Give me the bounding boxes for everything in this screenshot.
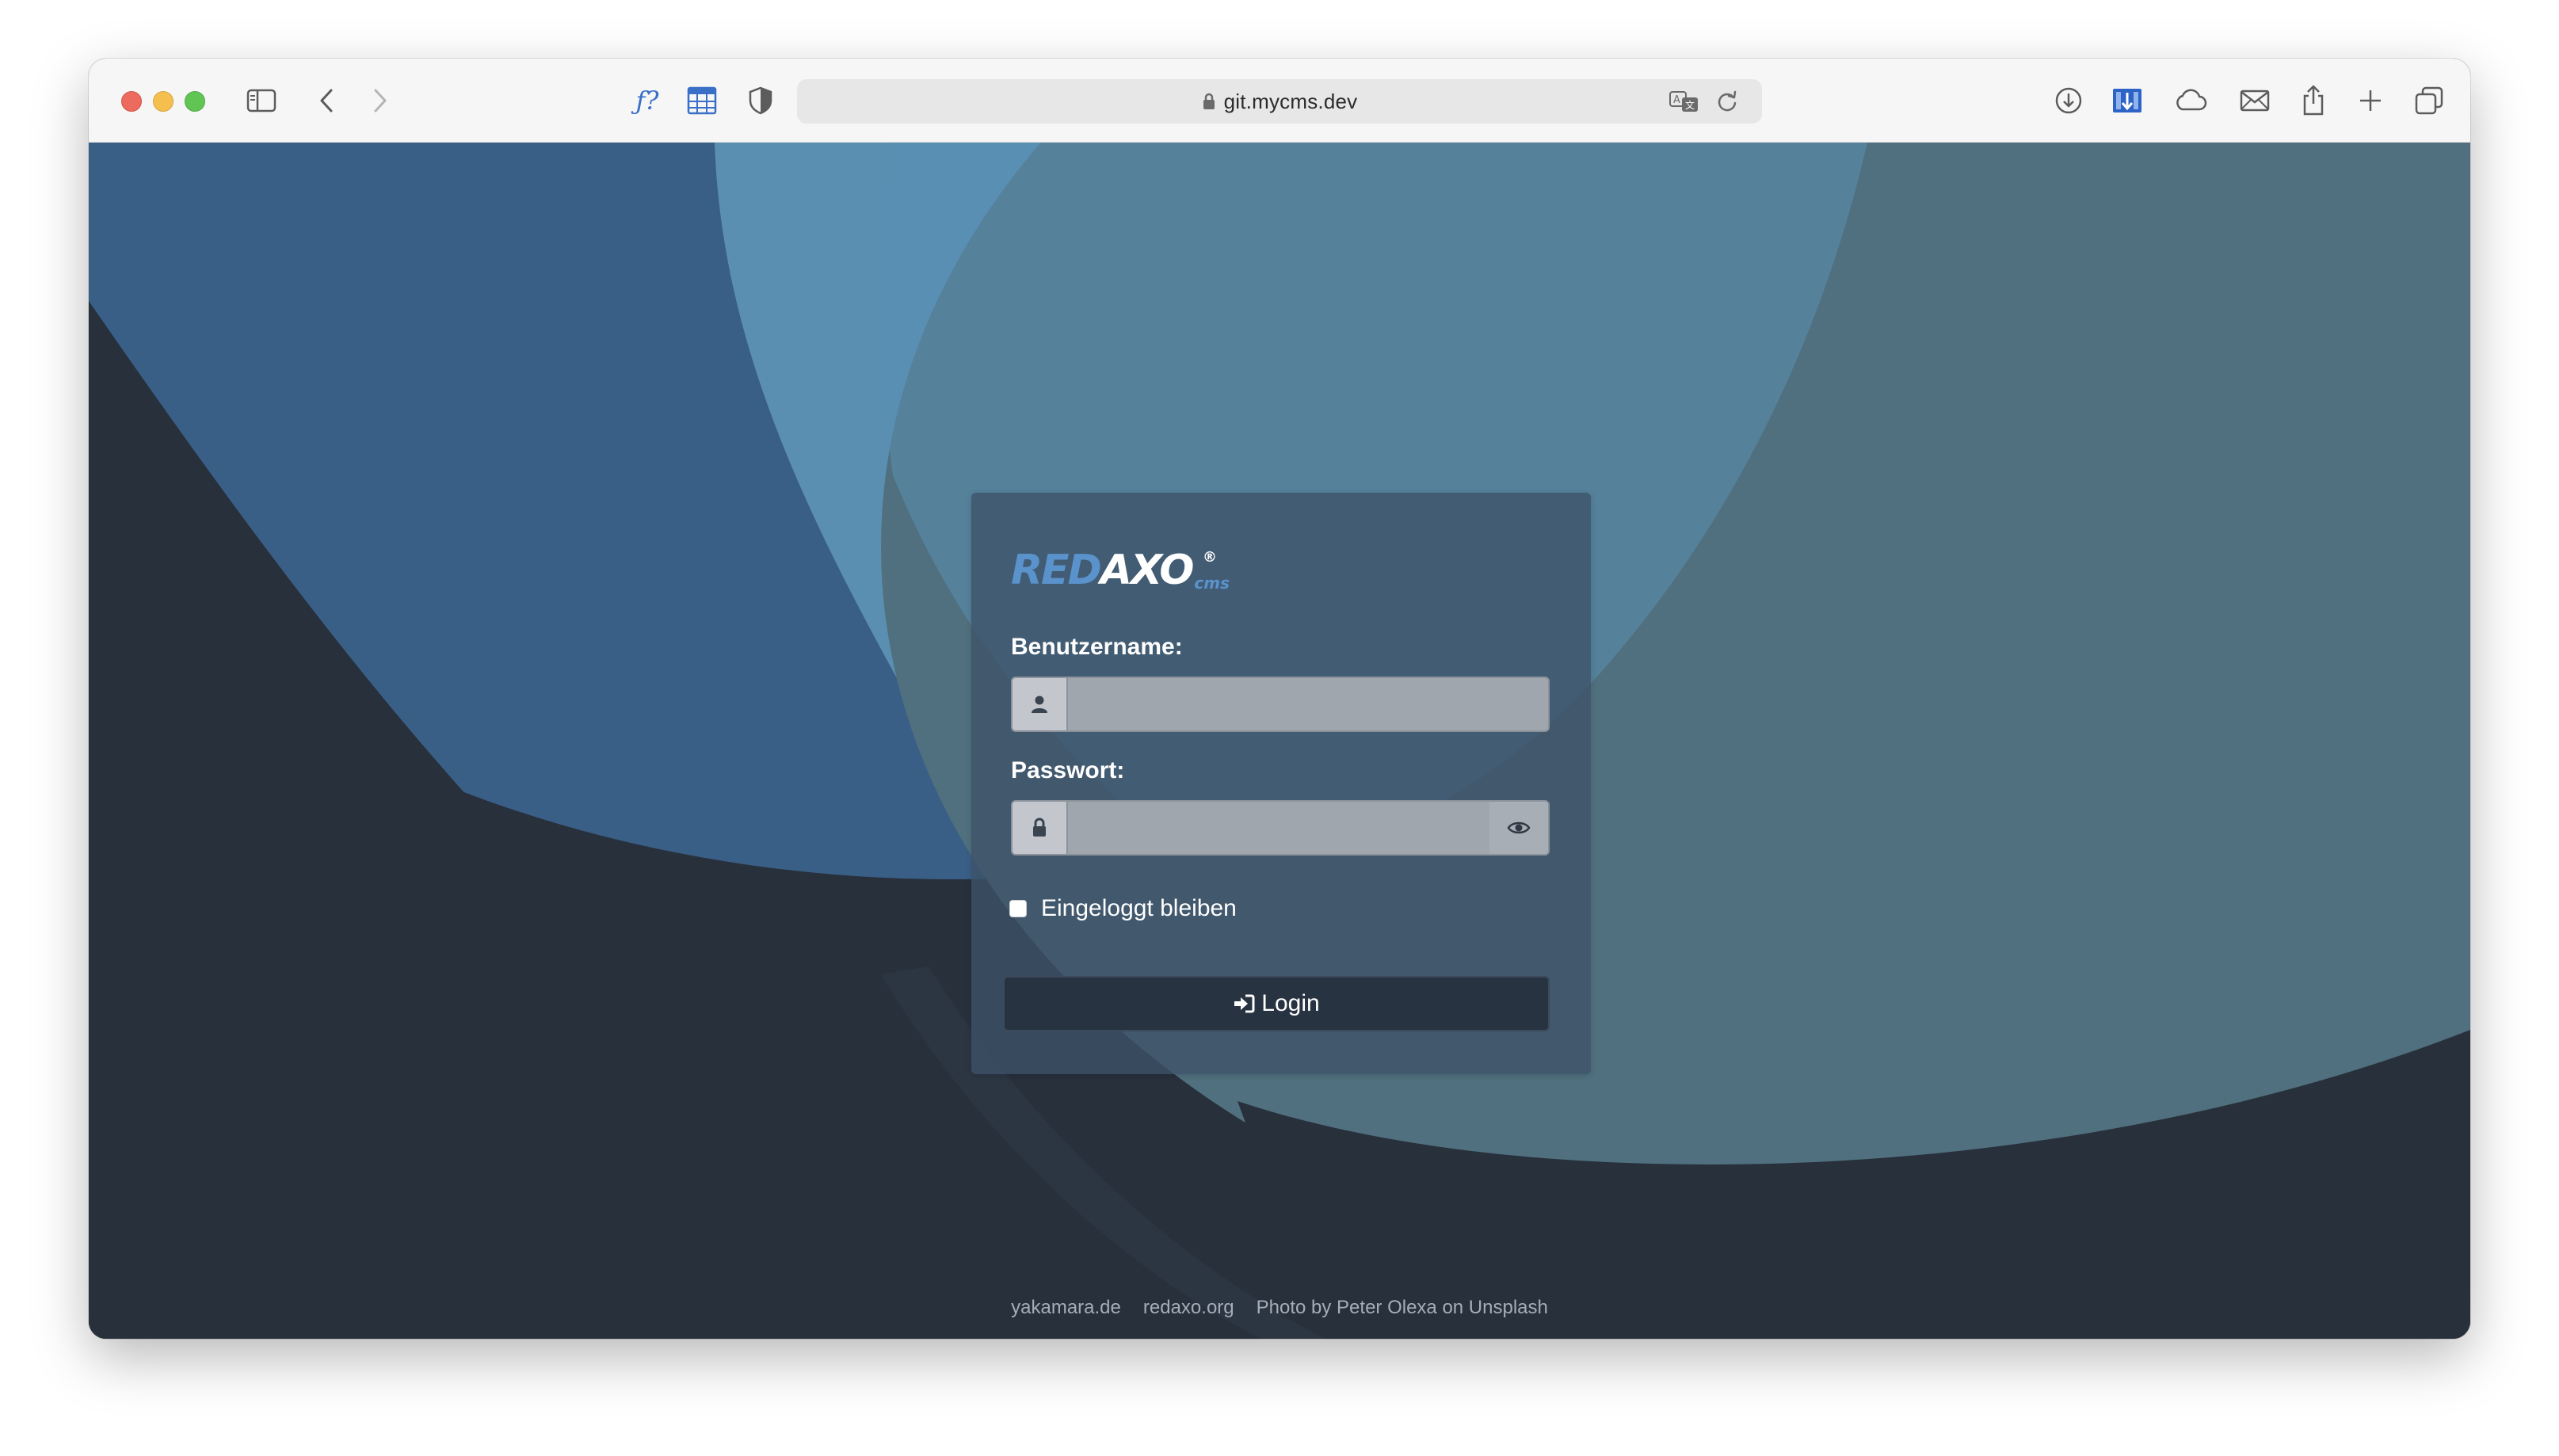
function-icon[interactable]: ƒ? <box>627 82 667 119</box>
minimize-window-button[interactable] <box>153 91 174 112</box>
browser-toolbar: ƒ? git.mycms.dev A文 <box>89 59 2470 143</box>
close-window-button[interactable] <box>121 91 142 112</box>
username-label: Benutzername: <box>1011 634 1183 660</box>
forward-icon[interactable] <box>366 82 395 119</box>
username-input-group <box>1011 677 1550 732</box>
svg-text:文: 文 <box>1685 99 1695 111</box>
remember-me-label: Eingeloggt bleiben <box>1041 895 1237 921</box>
remember-me[interactable]: Eingeloggt bleiben <box>1009 895 1237 922</box>
redaxo-logo: RED AXO cms ® <box>1011 547 1230 594</box>
extension-icon[interactable] <box>2111 82 2144 119</box>
zoom-window-button[interactable] <box>185 91 205 112</box>
password-label: Passwort: <box>1011 757 1125 783</box>
share-icon[interactable] <box>2299 82 2328 119</box>
password-input[interactable] <box>1068 802 1489 854</box>
back-icon[interactable] <box>312 82 341 119</box>
table-icon[interactable] <box>685 82 719 119</box>
download-icon[interactable] <box>2052 82 2085 119</box>
sidebar-icon[interactable] <box>244 82 279 119</box>
show-password-eye-icon[interactable] <box>1489 802 1548 854</box>
login-page: RED AXO cms ® Benutzername: Passwort: Ei… <box>89 143 2470 1339</box>
footer: yakamara.de redaxo.org Photo by Peter Ol… <box>89 1297 2470 1319</box>
user-icon <box>1013 678 1068 730</box>
login-panel: RED AXO cms ® Benutzername: Passwort: Ei… <box>971 493 1591 1074</box>
sign-in-icon <box>1233 993 1255 1014</box>
footer-link-redaxo[interactable]: redaxo.org <box>1143 1297 1234 1319</box>
reload-icon[interactable] <box>1716 87 1738 116</box>
cloud-icon[interactable] <box>2171 82 2209 119</box>
new-tab-icon[interactable] <box>2356 82 2385 119</box>
lock-icon <box>1013 802 1068 854</box>
footer-photo-credit[interactable]: Photo by Peter Olexa on Unsplash <box>1257 1297 1548 1319</box>
translate-icon[interactable]: A文 <box>1668 87 1700 116</box>
password-input-group <box>1011 800 1550 856</box>
lock-icon <box>1202 92 1216 111</box>
browser-window: ƒ? git.mycms.dev A文 RED AXO cms ® Benutz… <box>89 59 2470 1339</box>
svg-text:A: A <box>1673 94 1680 106</box>
footer-link-yakamara[interactable]: yakamara.de <box>1011 1297 1121 1319</box>
login-button[interactable]: Login <box>1003 976 1550 1031</box>
tab-overview-icon[interactable] <box>2413 82 2445 119</box>
url-text: git.mycms.dev <box>1223 89 1358 113</box>
address-bar[interactable]: git.mycms.dev A文 <box>797 79 1762 124</box>
mail-icon[interactable] <box>2237 82 2272 119</box>
remember-me-checkbox[interactable] <box>1009 900 1027 917</box>
shield-icon[interactable] <box>745 82 776 119</box>
username-input[interactable] <box>1068 678 1548 730</box>
login-button-label: Login <box>1261 990 1320 1016</box>
